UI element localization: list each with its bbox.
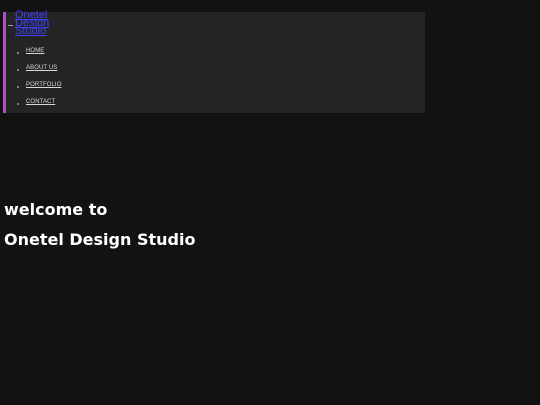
nav-link-about[interactable]: ABOUT US xyxy=(26,65,57,71)
bullet-icon xyxy=(17,86,19,88)
broken-image-icon xyxy=(8,24,13,28)
hero-welcome-text: welcome to xyxy=(4,200,108,219)
page: Onetel Design Studio HOME ABOUT US PORTF… xyxy=(0,0,540,405)
nav-link-portfolio[interactable]: PORTFOLIO xyxy=(26,82,61,88)
logo-link[interactable]: Onetel Design Studio xyxy=(15,10,61,37)
bullet-icon xyxy=(17,69,19,71)
bullet-icon xyxy=(17,103,19,105)
hero-studio-name: Onetel Design Studio xyxy=(4,230,196,249)
logo[interactable]: Onetel Design Studio xyxy=(8,10,61,37)
header-nav-panel: Onetel Design Studio HOME ABOUT US PORTF… xyxy=(3,10,425,113)
nav-link-contact[interactable]: CONTACT xyxy=(26,99,55,105)
nav-link-home[interactable]: HOME xyxy=(26,48,44,54)
bullet-icon xyxy=(17,52,19,54)
